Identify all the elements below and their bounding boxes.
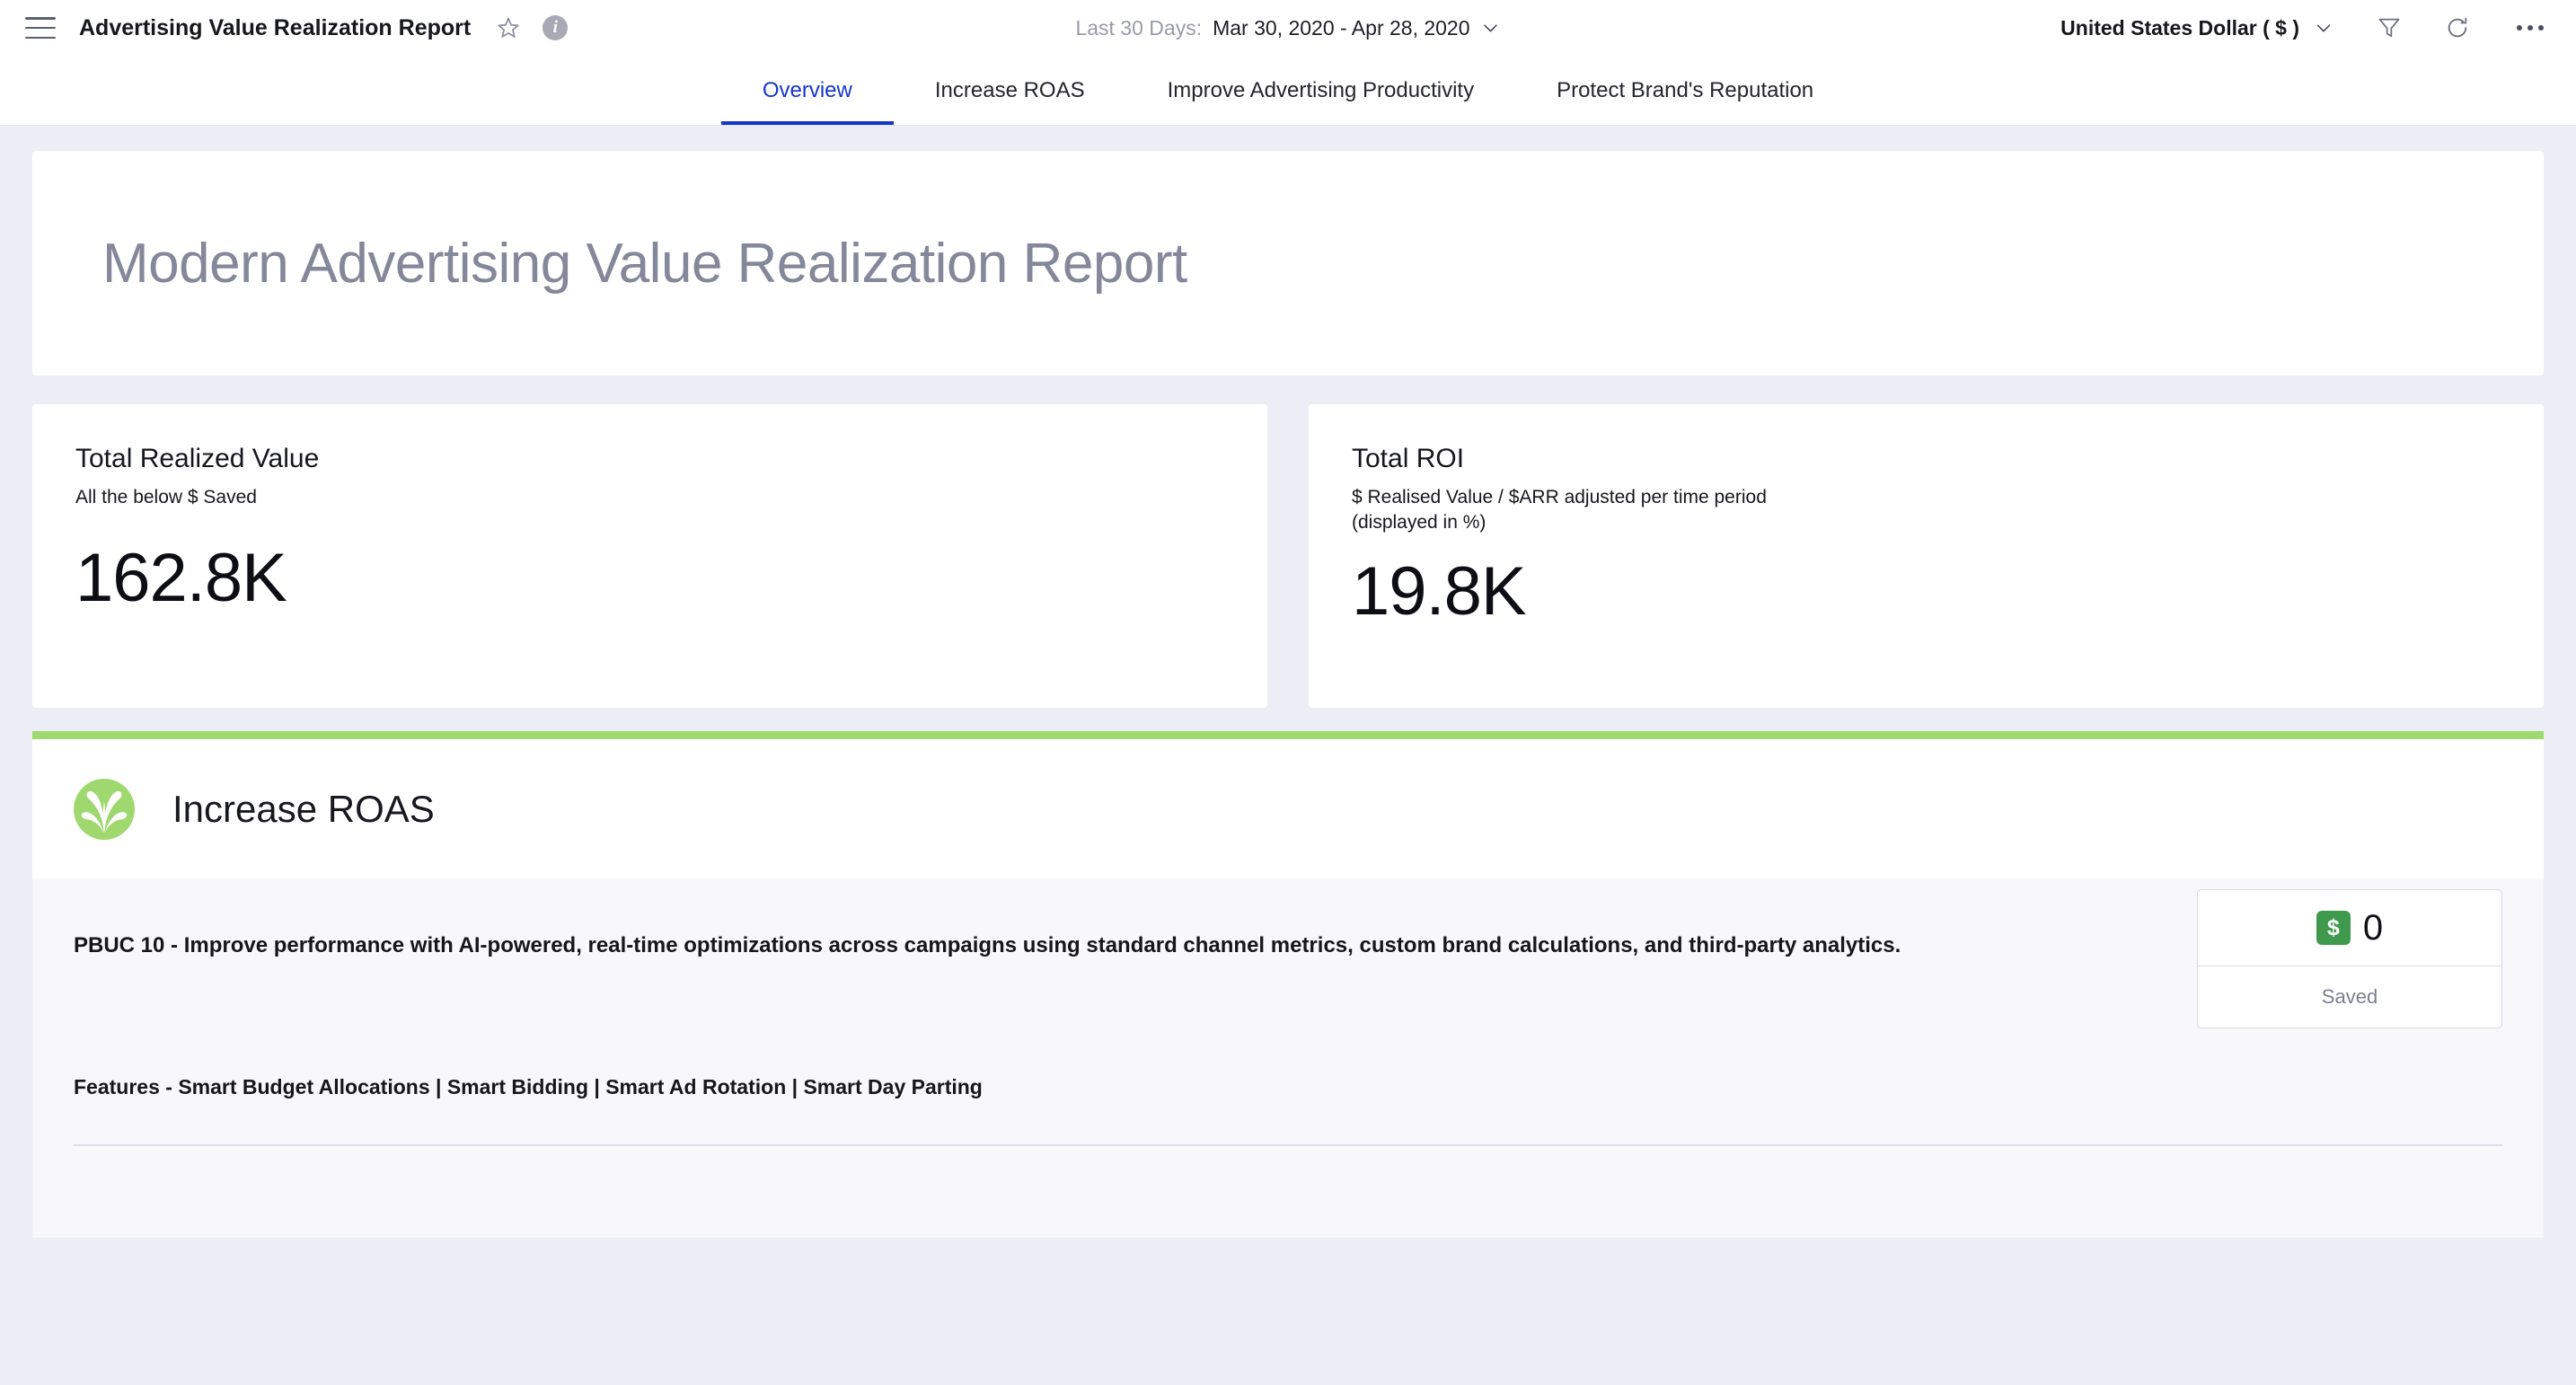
info-icon[interactable]: i xyxy=(543,15,569,40)
section-description: PBUC 10 - Improve performance with AI-po… xyxy=(74,933,1901,957)
section-bottom-divider xyxy=(74,1143,2502,1146)
tab-label: Improve Advertising Productivity xyxy=(1167,77,1475,102)
section-title: Increase ROAS xyxy=(172,787,435,830)
section-header: Increase ROAS xyxy=(32,739,2544,878)
refresh-icon[interactable] xyxy=(2445,15,2470,40)
currency-selector[interactable]: United States Dollar ( $ ) xyxy=(2060,16,2299,40)
kpi-card-total-roi: Total ROI $ Realised Value / $ARR adjust… xyxy=(1309,404,2544,708)
tab-protect-brands-reputation[interactable]: Protect Brand's Reputation xyxy=(1515,56,1855,125)
tab-bar: Overview Increase ROAS Improve Advertisi… xyxy=(0,56,2576,126)
kpi-subtitle: $ Realised Value / $ARR adjusted per tim… xyxy=(1352,487,1767,534)
filter-icon[interactable] xyxy=(2377,15,2402,40)
section-accent-bar xyxy=(32,731,2544,739)
kpi-title: Total Realized Value xyxy=(75,444,320,473)
saved-metric-value: 0 xyxy=(2362,907,2384,948)
kpi-card-total-realized-value: Total Realized Value All the below $ Sav… xyxy=(32,404,1267,708)
date-range-label: Last 30 Days: xyxy=(1075,15,1203,40)
saved-metric-card: $ 0 Saved xyxy=(2197,889,2502,1028)
saved-metric-label: Saved xyxy=(2321,985,2378,1008)
leaf-sprout-logo-icon xyxy=(74,778,135,840)
star-icon[interactable] xyxy=(496,15,521,40)
kpi-value: 19.8K xyxy=(1352,552,1527,630)
chevron-down-icon[interactable] xyxy=(2314,18,2333,38)
tab-label: Protect Brand's Reputation xyxy=(1557,77,1814,102)
section-increase-roas: Increase ROAS PBUC 10 - Improve performa… xyxy=(32,731,2544,1238)
kpi-subtitle: All the below $ Saved xyxy=(75,487,257,507)
kpi-title: Total ROI xyxy=(1352,444,1465,473)
kpi-row: Total Realized Value All the below $ Sav… xyxy=(32,404,2544,708)
saved-metric-value-row: $ 0 xyxy=(2198,890,2501,966)
report-title: Modern Advertising Value Realization Rep… xyxy=(102,232,1187,295)
tab-increase-roas[interactable]: Increase ROAS xyxy=(894,56,1126,125)
chevron-down-icon xyxy=(1481,18,1501,38)
section-content: PBUC 10 - Improve performance with AI-po… xyxy=(32,878,2544,1238)
kpi-value: 162.8K xyxy=(75,540,287,617)
tab-improve-advertising-productivity[interactable]: Improve Advertising Productivity xyxy=(1126,56,1515,125)
top-bar-right-controls: United States Dollar ( $ ) xyxy=(2060,15,2544,40)
tab-label: Overview xyxy=(762,77,852,102)
section-description-row: PBUC 10 - Improve performance with AI-po… xyxy=(74,931,2502,962)
more-horizontal-icon[interactable] xyxy=(2517,25,2544,31)
date-range-selector[interactable]: Last 30 Days: Mar 30, 2020 - Apr 28, 202… xyxy=(1075,16,1500,40)
tab-label: Increase ROAS xyxy=(934,77,1085,102)
section-features: Features - Smart Budget Allocations | Sm… xyxy=(74,1074,983,1098)
top-bar: Advertising Value Realization Report i L… xyxy=(0,0,2576,56)
dashboard-body: Modern Advertising Value Realization Rep… xyxy=(0,126,2576,1238)
page-title: Advertising Value Realization Report xyxy=(79,14,472,40)
date-range-value: Mar 30, 2020 - Apr 28, 2020 xyxy=(1213,15,1470,40)
report-title-card: Modern Advertising Value Realization Rep… xyxy=(32,151,2544,375)
dollar-badge-icon: $ xyxy=(2316,911,2351,945)
hamburger-icon[interactable] xyxy=(25,17,56,39)
tab-overview[interactable]: Overview xyxy=(720,56,894,125)
